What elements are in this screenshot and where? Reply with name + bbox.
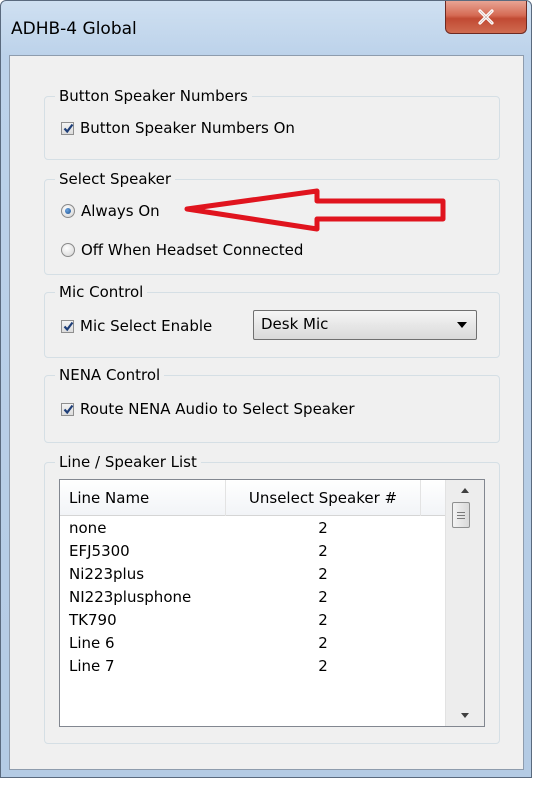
scroll-down-arrow-icon: [461, 713, 469, 718]
line-name-cell: Line 6: [69, 634, 115, 652]
group-legend: Line / Speaker List: [55, 452, 201, 472]
unselect-speaker-cell: 2: [318, 588, 328, 606]
list-item[interactable]: NI223plusphone 2: [60, 586, 445, 609]
radio-off-when-headset-connected[interactable]: Off When Headset Connected: [61, 241, 303, 259]
group-mic-control: Mic Control Mic Select Enable Desk Mic: [44, 282, 500, 358]
window-title: ADHB-4 Global: [11, 19, 137, 39]
close-button[interactable]: [445, 1, 527, 34]
group-line-speaker-list: Line / Speaker List Line Name Unselect S…: [44, 452, 500, 744]
line-speaker-listview[interactable]: Line Name Unselect Speaker # none 2 EFJ530…: [59, 479, 485, 727]
list-item[interactable]: EFJ5300 2: [60, 540, 445, 563]
list-header: Line Name Unselect Speaker #: [60, 480, 445, 516]
unselect-speaker-cell: 2: [318, 611, 328, 629]
mic-select-dropdown[interactable]: Desk Mic: [253, 310, 477, 340]
scroll-up-button[interactable]: [446, 480, 484, 502]
annotation-arrow-icon: [184, 188, 446, 232]
checkbox-checked[interactable]: [61, 121, 74, 135]
button-speaker-numbers-checkbox[interactable]: Button Speaker Numbers On: [61, 119, 295, 137]
list-item[interactable]: Line 7 2: [60, 655, 445, 678]
list-item[interactable]: none 2: [60, 517, 445, 540]
checkbox-label: Route NENA Audio to Select Speaker: [80, 400, 355, 418]
checkbox-label: Mic Select Enable: [80, 317, 213, 335]
list-item[interactable]: Ni223plus 2: [60, 563, 445, 586]
title-bar[interactable]: ADHB-4 Global: [1, 1, 531, 55]
line-name-cell: Ni223plus: [69, 565, 145, 583]
list-item[interactable]: Line 6 2: [60, 632, 445, 655]
column-header-line-name[interactable]: Line Name: [60, 480, 226, 516]
group-legend: NENA Control: [55, 365, 165, 385]
radio-label: Off When Headset Connected: [81, 241, 304, 259]
scroll-down-button[interactable]: [446, 704, 484, 726]
unselect-speaker-cell: 2: [318, 657, 328, 675]
line-name-cell: TK790: [69, 611, 117, 629]
column-header-unselect-speaker[interactable]: Unselect Speaker #: [226, 480, 421, 516]
group-legend: Button Speaker Numbers: [55, 86, 252, 106]
unselect-speaker-cell: 2: [318, 565, 328, 583]
vertical-scrollbar[interactable]: [445, 480, 484, 726]
checkbox-label: Button Speaker Numbers On: [80, 119, 295, 137]
group-nena-control: NENA Control Route NENA Audio to Select …: [44, 365, 500, 443]
radio-button[interactable]: [61, 243, 75, 257]
line-name-cell: Line 7: [69, 657, 115, 675]
radio-label: Always On: [81, 202, 160, 220]
line-name-cell: none: [69, 519, 107, 537]
list-item[interactable]: TK790 2: [60, 609, 445, 632]
route-nena-audio-checkbox[interactable]: Route NENA Audio to Select Speaker: [61, 400, 355, 418]
dropdown-arrow-icon: [457, 322, 467, 328]
line-name-cell: EFJ5300: [69, 542, 130, 560]
checkbox-checked[interactable]: [61, 402, 74, 416]
radio-button-selected[interactable]: [61, 204, 75, 218]
unselect-speaker-cell: 2: [318, 519, 328, 537]
dialog-window: ADHB-4 Global Button Speaker Numbers But…: [0, 0, 532, 778]
dialog-body: Button Speaker Numbers Button Speaker Nu…: [9, 55, 524, 770]
close-icon: [478, 9, 494, 25]
group-legend: Mic Control: [55, 282, 148, 302]
unselect-speaker-cell: 2: [318, 542, 328, 560]
checkbox-checked[interactable]: [61, 319, 74, 333]
group-legend: Select Speaker: [55, 169, 176, 189]
group-button-speaker-numbers: Button Speaker Numbers Button Speaker Nu…: [44, 86, 500, 160]
radio-always-on[interactable]: Always On: [61, 202, 160, 220]
list-body: none 2 EFJ5300 2 Ni223plus 2 NI223plusphone 2 TK…: [60, 517, 445, 678]
mic-select-enable-checkbox[interactable]: Mic Select Enable: [61, 317, 212, 335]
scroll-up-arrow-icon: [461, 488, 469, 493]
dropdown-value: Desk Mic: [261, 315, 329, 333]
line-name-cell: NI223plusphone: [69, 588, 192, 606]
scroll-thumb[interactable]: [452, 502, 470, 528]
unselect-speaker-cell: 2: [318, 634, 328, 652]
